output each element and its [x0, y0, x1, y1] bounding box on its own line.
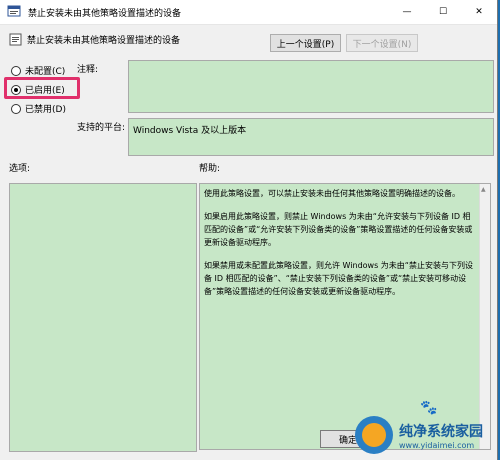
next-setting-button[interactable]: 下一个设置(N) — [346, 34, 418, 52]
radio-not-configured[interactable]: 未配置(C) — [11, 64, 65, 77]
policy-dialog-window: 禁止安装未由其他策略设置描述的设备 — ☐ ✕ 禁止安装未由其他策略设置描述的设… — [0, 0, 498, 460]
options-label: 选项: — [9, 164, 31, 174]
policy-app-icon — [7, 4, 21, 21]
watermark-logo-icon — [355, 416, 393, 454]
site-watermark: 纯净系统家园 www.yidaimei.com — [355, 410, 500, 460]
supported-on-box: Windows Vista 及以上版本 — [128, 118, 494, 156]
close-button[interactable]: ✕ — [461, 0, 497, 24]
watermark-url: www.yidaimei.com — [399, 440, 475, 450]
enabled-highlight-box — [4, 77, 80, 99]
help-paragraph: 如果禁用或未配置此策略设置，则允许 Windows 为未由“禁止安装与下列设备 … — [204, 261, 473, 296]
comment-label: 注释: — [77, 65, 99, 75]
radio-not-configured-label: 未配置(C) — [25, 67, 66, 77]
maximize-icon: ☐ — [438, 7, 448, 17]
supported-on-label: 支持的平台: — [77, 123, 126, 133]
comment-textarea[interactable] — [128, 60, 494, 113]
setting-icon — [9, 33, 22, 49]
minimize-button[interactable]: — — [389, 0, 425, 24]
ok-button[interactable]: 确定 — [320, 430, 360, 448]
previous-setting-button[interactable]: 上一个设置(P) — [270, 34, 341, 52]
supported-on-value: Windows Vista 及以上版本 — [133, 126, 247, 136]
radio-disabled[interactable]: 已禁用(D) — [11, 102, 66, 115]
options-pane — [9, 183, 197, 452]
close-icon: ✕ — [475, 7, 483, 17]
radio-disabled-indicator — [11, 103, 21, 114]
minimize-icon: — — [402, 7, 412, 17]
radio-not-configured-indicator — [11, 65, 21, 76]
maximize-button[interactable]: ☐ — [425, 0, 461, 24]
setting-title: 禁止安装未由其他策略设置描述的设备 — [27, 36, 181, 46]
radio-disabled-label: 已禁用(D) — [25, 105, 66, 115]
scroll-up-icon[interactable]: ▲ — [481, 186, 486, 193]
help-paragraph: 如果启用此策略设置，则禁止 Windows 为未由“允许安装与下列设备 ID 相… — [204, 212, 473, 247]
watermark-title: 纯净系统家园 — [399, 423, 483, 440]
title-bar[interactable]: 禁止安装未由其他策略设置描述的设备 — ☐ ✕ — [0, 0, 497, 25]
help-label: 帮助: — [199, 164, 221, 174]
help-paragraph: 使用此策略设置，可以禁止安装未由任何其他策略设置明确描述的设备。 — [204, 189, 460, 198]
window-title: 禁止安装未由其他策略设置描述的设备 — [28, 9, 182, 19]
